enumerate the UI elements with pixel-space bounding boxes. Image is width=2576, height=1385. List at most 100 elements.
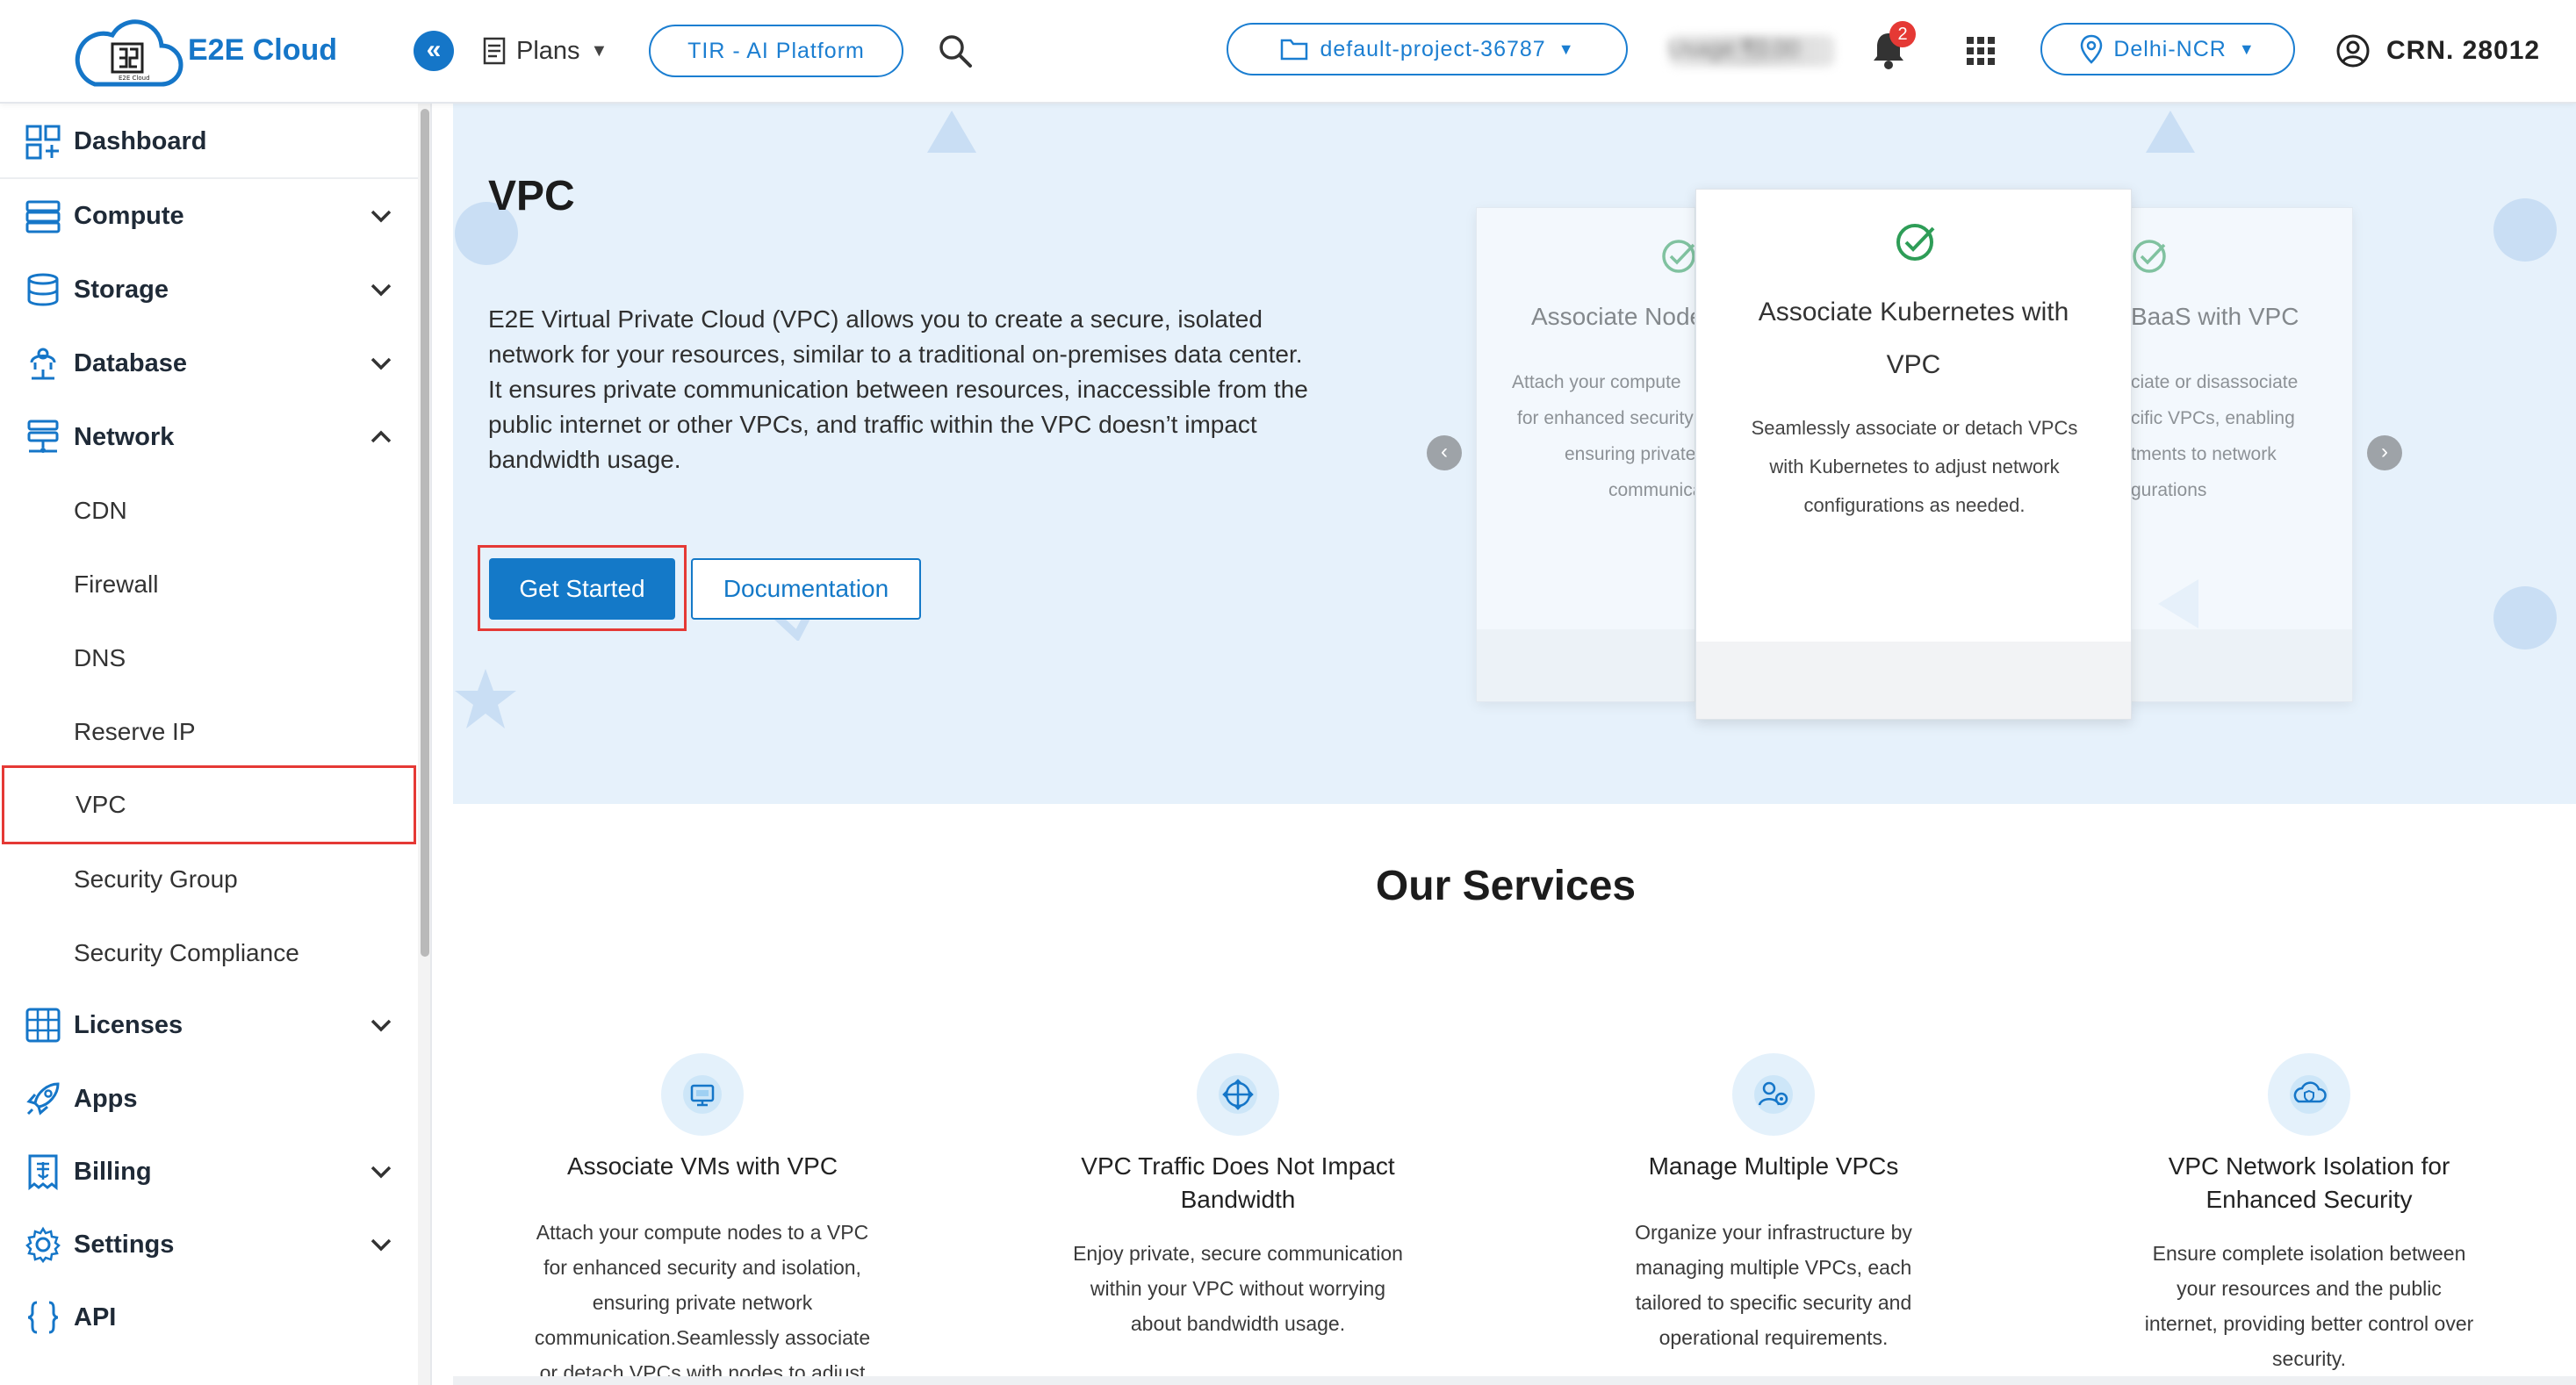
- card-description: Attach your compute for enhanced securit…: [1477, 364, 1695, 508]
- carousel-card-left[interactable]: Associate Nodes Attach your compute for …: [1476, 207, 1695, 702]
- documentation-button[interactable]: Documentation: [691, 558, 921, 620]
- sidebar-item-database[interactable]: Database: [0, 327, 418, 400]
- sidebar-label-security-compliance: Security Compliance: [74, 939, 299, 966]
- caret-down-icon: ▼: [2238, 39, 2256, 58]
- get-started-button[interactable]: Get Started: [489, 558, 675, 620]
- sidebar-item-api[interactable]: API: [0, 1281, 418, 1354]
- sidebar-label-cdn: CDN: [74, 497, 127, 524]
- rocket-icon: [26, 1082, 60, 1116]
- page-title: VPC: [488, 173, 575, 219]
- sidebar-label-security-group: Security Group: [74, 865, 238, 893]
- sidebar-label-dashboard: Dashboard: [74, 126, 207, 155]
- tir-ai-platform-button[interactable]: TIR - AI Platform: [649, 25, 903, 77]
- card-desc-line: with Kubernetes to adjust network: [1769, 456, 2060, 477]
- sidebar-label-api: API: [74, 1302, 117, 1331]
- sidebar-subitem-vpc[interactable]: VPC: [2, 765, 416, 844]
- documentation-label: Documentation: [723, 575, 889, 602]
- logo-text: E2E Cloud: [188, 33, 338, 67]
- card-description: Seamlessly associate or detach VPCs with…: [1696, 409, 2131, 525]
- sidebar-subitem-dns[interactable]: DNS: [0, 621, 418, 695]
- sidebar-subitem-cdn[interactable]: CDN: [0, 474, 418, 548]
- plans-menu[interactable]: Plans ▼: [479, 32, 608, 70]
- triangle-decoration-icon: [927, 111, 976, 153]
- sidebar-item-network[interactable]: Network: [0, 400, 418, 474]
- card-title-line: VPC: [1886, 350, 1941, 379]
- service-description: Ensure complete isolation between your r…: [2107, 1236, 2511, 1376]
- sidebar-label-compute: Compute: [74, 201, 184, 230]
- card-title: Associate Kubernetes with VPC: [1696, 286, 2131, 391]
- service-desc-line: within your VPC without worrying: [1090, 1277, 1386, 1300]
- apps-grid-button[interactable]: [1965, 35, 1997, 71]
- chevron-left-icon: ‹: [1441, 440, 1448, 463]
- folder-icon: [1281, 39, 1308, 61]
- service-desc-line: Enjoy private, secure communication: [1073, 1242, 1403, 1265]
- sidebar-label-storage: Storage: [74, 275, 169, 304]
- region-selector[interactable]: Delhi-NCR ▼: [2040, 23, 2295, 75]
- sidebar-item-apps[interactable]: Apps: [0, 1062, 418, 1136]
- chevron-down-icon: [371, 1238, 392, 1252]
- vm-monitor-icon: [683, 1075, 722, 1114]
- service-description: Attach your compute nodes to a VPC for e…: [509, 1215, 896, 1380]
- card-footer: [2131, 629, 2352, 701]
- region-name: Delhi-NCR: [2113, 36, 2227, 61]
- sidebar-subitem-firewall[interactable]: Firewall: [0, 548, 418, 621]
- sidebar-subitem-security-compliance[interactable]: Security Compliance: [0, 916, 418, 990]
- sidebar-item-dashboard[interactable]: Dashboard: [0, 105, 418, 179]
- service-title: VPC Network Isolation for Enhanced Secur…: [2063, 1150, 2555, 1216]
- location-pin-icon: [2081, 34, 2103, 64]
- usage-text: Usage ₹0.00: [1668, 35, 1800, 61]
- chevron-down-icon: [371, 1019, 392, 1032]
- sidebar-label-firewall: Firewall: [74, 571, 159, 598]
- sidebar-subitem-security-group[interactable]: Security Group: [0, 843, 418, 916]
- project-selector[interactable]: default-project-36787 ▼: [1227, 23, 1628, 75]
- card-desc-line: ensuring private: [1565, 444, 1695, 464]
- circle-decoration-icon: [2493, 586, 2557, 649]
- hero-description: E2E Virtual Private Cloud (VPC) allows y…: [488, 305, 1308, 473]
- sidebar-subitem-reserve-ip[interactable]: Reserve IP: [0, 695, 418, 769]
- database-icon: [30, 348, 56, 380]
- sidebar-label-licenses: Licenses: [74, 1010, 183, 1039]
- service-title-line: Bandwidth: [1180, 1186, 1296, 1213]
- carousel-next-button[interactable]: ›: [2367, 435, 2402, 470]
- search-button[interactable]: [936, 32, 975, 75]
- services-title: Our Services: [1375, 863, 1637, 909]
- service-desc-line: your resources and the public: [2177, 1277, 2442, 1300]
- service-icon-wrap: [2268, 1053, 2350, 1136]
- sidebar-item-settings[interactable]: Settings: [0, 1208, 418, 1281]
- service-desc-line: security.: [2272, 1347, 2346, 1370]
- top-bar: E2E Cloud E2E Cloud « Plans ▼ TIR - AI P…: [0, 0, 2576, 104]
- circle-decoration-icon: [2493, 198, 2557, 262]
- sidebar-label-settings: Settings: [74, 1230, 175, 1259]
- carousel-card-right[interactable]: BaaS with VPC ciate or disassociate cifi…: [2130, 207, 2353, 702]
- sidebar-scrollbar-thumb[interactable]: [421, 109, 429, 957]
- chevron-down-icon: [371, 1166, 392, 1179]
- cloud-shield-icon: [2290, 1075, 2328, 1114]
- card-title: Associate Nodes: [1531, 303, 1695, 330]
- collapse-sidebar-button[interactable]: «: [414, 31, 454, 71]
- cloud-logo-icon: E2E Cloud: [75, 19, 183, 87]
- notification-badge: 2: [1889, 21, 1916, 47]
- service-desc-line: Ensure complete isolation between: [2152, 1242, 2466, 1265]
- sidebar-label-network: Network: [74, 422, 175, 451]
- account-menu[interactable]: CRN. 28012: [2335, 32, 2540, 70]
- card-desc-line: cific VPCs, enabling: [2131, 408, 2295, 428]
- carousel-prev-button[interactable]: ‹: [1427, 435, 1462, 470]
- carousel-card-active[interactable]: Associate Kubernetes with VPC Seamlessly…: [1695, 189, 2132, 720]
- service-desc-line: internet, providing better control over: [2144, 1312, 2474, 1335]
- service-title: Manage Multiple VPCs: [1648, 1152, 1899, 1180]
- sidebar-item-storage[interactable]: Storage: [0, 253, 418, 327]
- sidebar-item-billing[interactable]: Billing: [0, 1135, 418, 1209]
- usage-display: Usage ₹0.00: [1668, 35, 1835, 67]
- card-title-line: Associate Kubernetes with: [1758, 298, 2069, 327]
- service-description: Organize your infrastructure by managing…: [1580, 1215, 1967, 1355]
- account-crn: CRN. 28012: [2386, 36, 2541, 65]
- sidebar-item-compute[interactable]: Compute: [0, 179, 418, 253]
- get-started-label: Get Started: [519, 575, 645, 602]
- service-icon-wrap: [661, 1053, 744, 1136]
- card-footer: [1477, 629, 1695, 701]
- check-circle-icon: [2133, 240, 2166, 273]
- caret-down-icon: ▼: [590, 40, 608, 61]
- sidebar-item-licenses[interactable]: Licenses: [0, 988, 418, 1062]
- service-title-line: VPC Network Isolation for: [2168, 1152, 2450, 1180]
- chevron-down-icon: [371, 210, 392, 223]
